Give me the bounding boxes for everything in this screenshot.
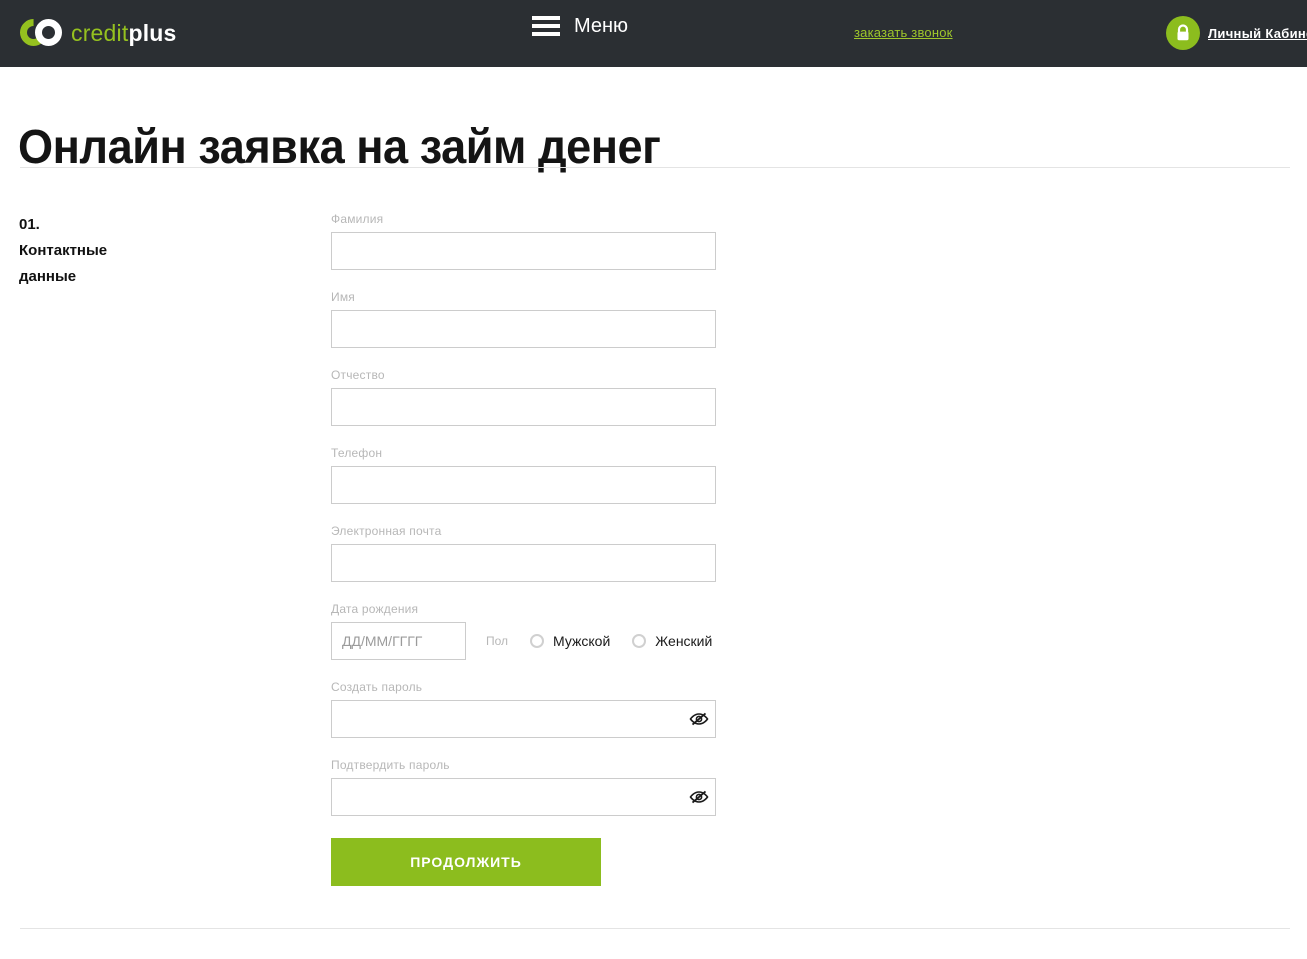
field-middlename: Отчество: [331, 368, 721, 426]
logo[interactable]: creditplus: [14, 13, 177, 52]
eye-slash-icon[interactable]: [688, 709, 710, 729]
label-birthdate: Дата рождения: [331, 602, 419, 616]
menu-button[interactable]: Меню: [532, 16, 628, 36]
gender-option-male[interactable]: Мужской: [530, 633, 610, 649]
continue-button[interactable]: ПРОДОЛЖИТЬ: [331, 838, 601, 886]
label-middlename: Отчество: [331, 368, 385, 382]
step-title-line1: Контактные: [19, 242, 108, 259]
phone-input[interactable]: [331, 466, 716, 504]
gender-label-male: Мужской: [553, 633, 611, 649]
divider-top: [20, 167, 1290, 168]
label-email: Электронная почта: [331, 524, 442, 538]
field-email: Электронная почта: [331, 524, 721, 582]
gender-option-female[interactable]: Женский: [632, 633, 712, 649]
creditplus-logo-icon: [14, 13, 64, 52]
lastname-input[interactable]: [331, 232, 716, 270]
gender-group: Пол Мужской Женский: [486, 633, 734, 660]
email-input[interactable]: [331, 544, 716, 582]
step-title-line2: данные: [19, 268, 77, 285]
logo-text-plus: plus: [128, 19, 177, 46]
divider-bottom: [20, 928, 1290, 929]
gender-label-female: Женский: [655, 633, 713, 649]
personal-account-label: Личный Кабинет: [1208, 25, 1307, 41]
logo-text: creditplus: [71, 19, 177, 46]
menu-label: Меню: [574, 15, 629, 37]
site-header: creditplus Меню заказать звонок Личный К…: [0, 0, 1307, 67]
label-password: Создать пароль: [331, 680, 423, 694]
label-firstname: Имя: [331, 290, 355, 304]
field-password-confirm: Подтвердить пароль: [331, 758, 721, 816]
password-confirm-input[interactable]: [331, 778, 716, 816]
step-heading: 01. Контактные данные: [19, 212, 219, 290]
birthdate-gender-row: Дата рождения Пол Мужской Женский: [331, 602, 721, 660]
label-phone: Телефон: [331, 446, 383, 460]
radio-icon-male: [530, 634, 545, 648]
hamburger-menu-icon: [532, 16, 560, 36]
password-input[interactable]: [331, 700, 716, 738]
firstname-input[interactable]: [331, 310, 716, 348]
callback-request-link[interactable]: заказать звонок: [854, 25, 953, 40]
field-firstname: Имя: [331, 290, 721, 348]
field-birthdate: Дата рождения: [331, 602, 466, 660]
birthdate-input[interactable]: [331, 622, 466, 660]
label-lastname: Фамилия: [331, 212, 384, 226]
label-password-confirm: Подтвердить пароль: [331, 758, 450, 772]
lock-icon: [1166, 16, 1200, 50]
field-lastname: Фамилия: [331, 212, 721, 270]
middlename-input[interactable]: [331, 388, 716, 426]
label-gender: Пол: [486, 634, 509, 648]
radio-icon-female: [632, 634, 647, 648]
eye-slash-icon-confirm[interactable]: [688, 787, 710, 807]
logo-text-credit: credit: [71, 19, 129, 46]
field-phone: Телефон: [331, 446, 721, 504]
step-number: 01.: [19, 216, 40, 233]
field-password: Создать пароль: [331, 680, 721, 738]
contact-details-form: Фамилия Имя Отчество Телефон Электронная…: [331, 212, 721, 886]
personal-account-link[interactable]: Личный Кабинет: [1166, 16, 1307, 50]
